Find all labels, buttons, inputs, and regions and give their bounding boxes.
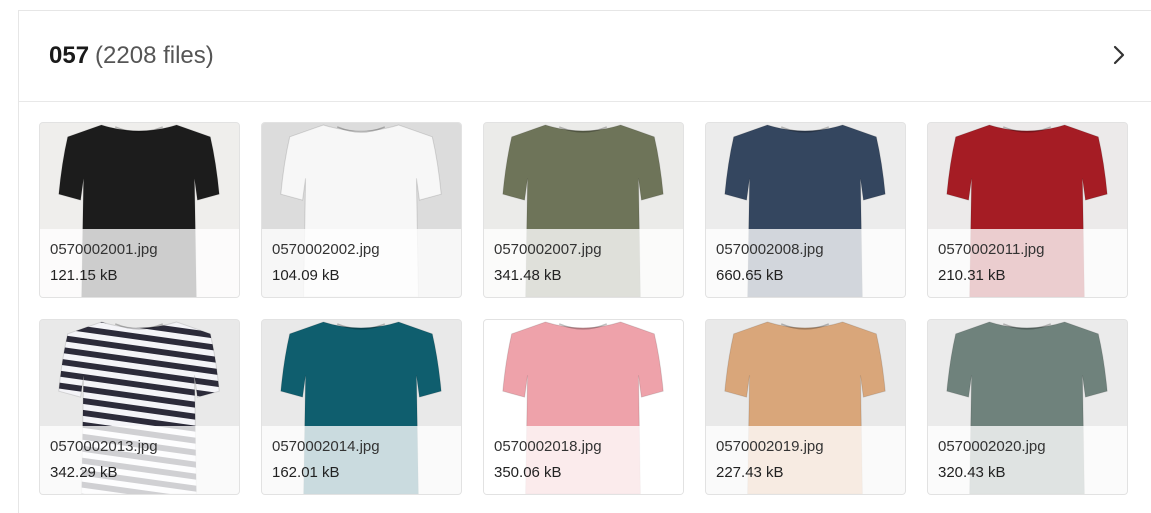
file-name: 0570002018.jpg bbox=[494, 438, 602, 455]
file-card[interactable]: 0570002018.jpg 350.06 kB bbox=[483, 319, 684, 495]
folder-panel: 057 (2208 files) 0570002001.jpg 121.15 kB 0… bbox=[18, 10, 1151, 513]
file-size: 341.48 kB bbox=[494, 267, 562, 284]
chevron-right-icon[interactable] bbox=[1107, 43, 1131, 67]
card-caption-overlay bbox=[40, 229, 239, 297]
file-name: 0570002011.jpg bbox=[938, 241, 1045, 258]
card-caption-overlay bbox=[484, 229, 683, 297]
file-card[interactable]: 0570002001.jpg 121.15 kB bbox=[39, 122, 240, 298]
card-caption-overlay bbox=[928, 229, 1127, 297]
file-name: 0570002014.jpg bbox=[272, 438, 380, 455]
file-size: 104.09 kB bbox=[272, 267, 340, 284]
card-caption-overlay bbox=[484, 426, 683, 494]
file-name: 0570002002.jpg bbox=[272, 241, 380, 258]
file-card[interactable]: 0570002014.jpg 162.01 kB bbox=[261, 319, 462, 495]
file-size: 350.06 kB bbox=[494, 464, 562, 481]
file-card[interactable]: 0570002019.jpg 227.43 kB bbox=[705, 319, 906, 495]
file-name: 0570002008.jpg bbox=[716, 241, 824, 258]
card-caption-overlay bbox=[262, 229, 461, 297]
file-name: 0570002020.jpg bbox=[938, 438, 1046, 455]
folder-title: 057 (2208 files) bbox=[49, 41, 214, 71]
card-caption-overlay bbox=[928, 426, 1127, 494]
file-size: 342.29 kB bbox=[50, 464, 118, 481]
file-size: 210.31 kB bbox=[938, 267, 1006, 284]
file-size: 320.43 kB bbox=[938, 464, 1006, 481]
file-card[interactable]: 0570002011.jpg 210.31 kB bbox=[927, 122, 1128, 298]
file-size: 162.01 kB bbox=[272, 464, 340, 481]
folder-name: 057 bbox=[49, 42, 90, 69]
file-name: 0570002001.jpg bbox=[50, 241, 158, 258]
file-count: (2208 files) bbox=[95, 42, 214, 69]
file-name: 0570002007.jpg bbox=[494, 241, 602, 258]
file-card[interactable]: 0570002002.jpg 104.09 kB bbox=[261, 122, 462, 298]
file-size: 227.43 kB bbox=[716, 464, 784, 481]
card-caption-overlay bbox=[40, 426, 239, 494]
file-card[interactable]: 0570002007.jpg 341.48 kB bbox=[483, 122, 684, 298]
folder-header[interactable]: 057 (2208 files) bbox=[19, 11, 1151, 102]
file-card[interactable]: 0570002013.jpg 342.29 kB bbox=[39, 319, 240, 495]
file-size: 121.15 kB bbox=[50, 267, 118, 284]
card-caption-overlay bbox=[706, 426, 905, 494]
file-name: 0570002019.jpg bbox=[716, 438, 824, 455]
card-caption-overlay bbox=[262, 426, 461, 494]
file-card[interactable]: 0570002020.jpg 320.43 kB bbox=[927, 319, 1128, 495]
file-size: 660.65 kB bbox=[716, 267, 784, 284]
card-caption-overlay bbox=[706, 229, 905, 297]
file-name: 0570002013.jpg bbox=[50, 438, 158, 455]
file-card[interactable]: 0570002008.jpg 660.65 kB bbox=[705, 122, 906, 298]
